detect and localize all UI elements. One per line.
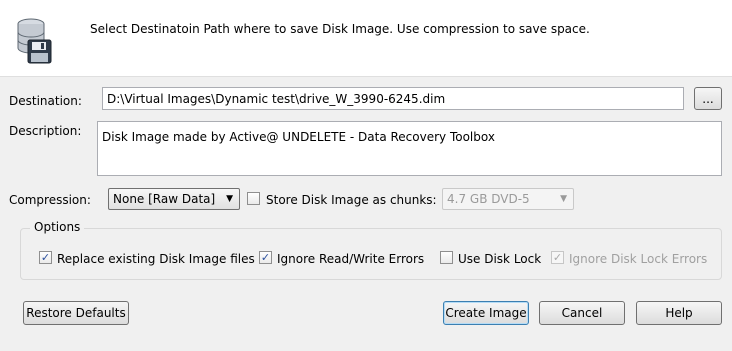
create-image-button[interactable]: Create Image [443, 301, 529, 325]
chevron-down-icon: ▼ [560, 194, 567, 204]
compression-label: Compression: [9, 193, 91, 207]
description-input[interactable]: Disk Image made by Active@ UNDELETE - Da… [97, 121, 722, 176]
header-instruction: Select Destinatoin Path where to save Di… [90, 22, 590, 36]
replace-existing-label: Replace existing Disk Image files [57, 252, 255, 266]
ignore-read-write-errors-checkbox[interactable]: ✓ [259, 251, 272, 264]
store-chunks-label: Store Disk Image as chunks: [266, 193, 437, 207]
chunk-size-select[interactable]: 4.7 GB DVD-5 ▼ [442, 188, 574, 210]
database-floppy-icon [17, 18, 52, 64]
browse-button[interactable]: ... [694, 87, 722, 110]
destination-input[interactable] [102, 87, 684, 110]
dialog-header: Select Destinatoin Path where to save Di… [0, 0, 732, 77]
ignore-disk-lock-errors-label: Ignore Disk Lock Errors [569, 252, 708, 266]
description-label: Description: [9, 124, 82, 138]
store-chunks-checkbox[interactable] [247, 192, 260, 205]
ignore-disk-lock-errors-checkbox[interactable]: ✓ [551, 251, 564, 264]
destination-label: Destination: [9, 94, 82, 108]
replace-existing-checkbox[interactable]: ✓ [39, 251, 52, 264]
chevron-down-icon: ▼ [226, 194, 233, 204]
chunk-size-selected-value: 4.7 GB DVD-5 [447, 192, 530, 206]
compression-select[interactable]: None [Raw Data] ▼ [108, 188, 240, 210]
ignore-read-write-errors-label: Ignore Read/Write Errors [277, 252, 425, 266]
help-button[interactable]: Help [636, 301, 722, 325]
use-disk-lock-checkbox[interactable] [440, 251, 453, 264]
use-disk-lock-label: Use Disk Lock [458, 252, 542, 266]
options-group-title: Options [30, 220, 85, 234]
cancel-button[interactable]: Cancel [539, 301, 625, 325]
restore-defaults-button[interactable]: Restore Defaults [23, 301, 129, 325]
compression-selected-value: None [Raw Data] [113, 192, 216, 206]
